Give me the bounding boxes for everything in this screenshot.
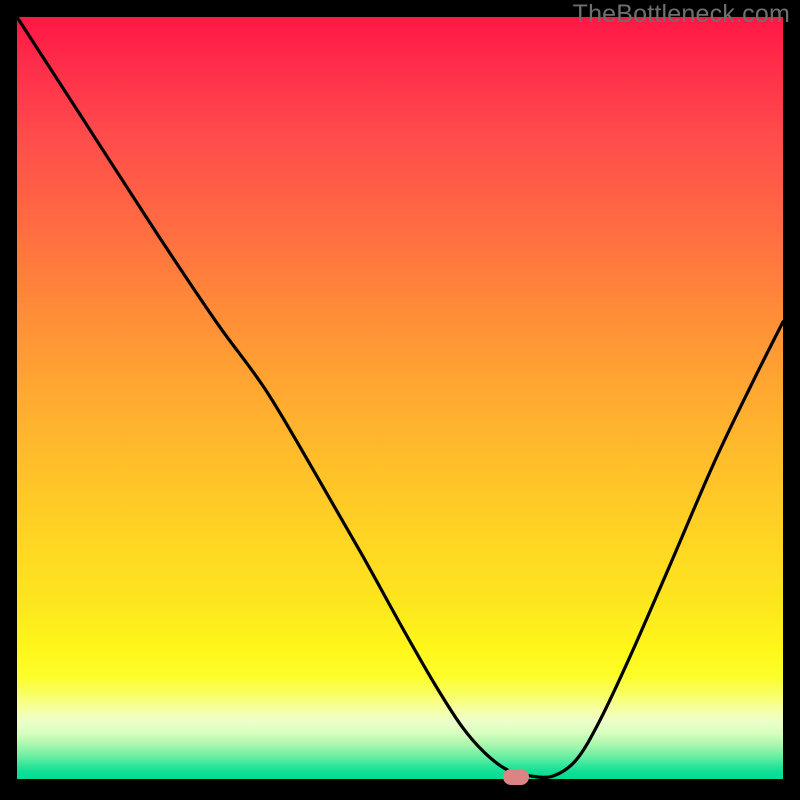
plot-area (17, 17, 783, 779)
optimum-marker (503, 769, 529, 785)
bottleneck-curve (17, 17, 783, 779)
chart-frame: TheBottleneck.com (0, 0, 800, 800)
watermark-text: TheBottleneck.com (573, 0, 790, 29)
